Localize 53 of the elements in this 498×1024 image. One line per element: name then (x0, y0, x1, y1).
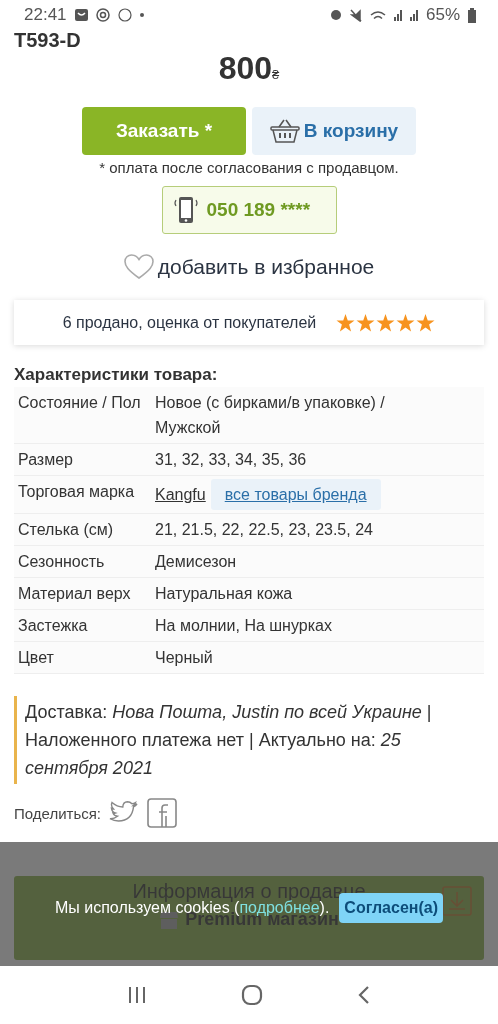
phone-button[interactable]: 050 189 **** (161, 186, 337, 234)
signal-icon (409, 9, 418, 21)
spec-value: 21, 21.5, 22, 22.5, 23, 23.5, 24 (155, 520, 373, 540)
specs-title: Характеристики товара: (14, 365, 219, 385)
spec-value: На молнии, На шнурках (155, 616, 332, 636)
spec-value: Черный (155, 648, 213, 668)
cart-button[interactable]: В корзину (252, 107, 416, 155)
message-icon (74, 9, 88, 21)
star-icon (416, 313, 436, 332)
circle-badge-icon (117, 8, 132, 22)
star-icon (356, 313, 376, 332)
payment-note: * оплата после согласования с продавцом. (98, 159, 400, 176)
spec-label: Торговая марка (17, 482, 136, 502)
mute-icon (349, 8, 362, 22)
star-icon (336, 313, 356, 332)
phone-icon (172, 196, 199, 224)
spec-label: Стелька (см) (17, 520, 115, 540)
brand-link[interactable]: Kangfu (155, 482, 206, 507)
star-icon (396, 313, 416, 332)
wifi-icon (369, 10, 386, 20)
spec-value: 31, 32, 33, 34, 35, 36 (155, 450, 307, 470)
dot-icon (139, 13, 144, 17)
battery-icon (468, 7, 476, 23)
recent-apps-icon[interactable] (127, 986, 147, 1004)
twitter-icon[interactable] (109, 801, 139, 825)
order-button[interactable]: Заказать * (82, 107, 246, 155)
back-icon[interactable] (357, 985, 371, 1005)
spec-value: Новое (с бирками/в упаковке) / Мужской (155, 393, 386, 438)
spec-label: Состояние / Пол (17, 393, 142, 413)
basket-icon (269, 118, 300, 144)
product-code: T593-D (14, 30, 82, 50)
spec-label: Застежка (17, 616, 89, 636)
spec-value: Демисезон (155, 552, 237, 572)
sales-rating-text: 6 продано, оценка от покупателей (62, 313, 317, 332)
delivery-info: Доставка: Нова Пошта, Justin по всей Украине | Наложенного платежа нет | Актуально на: 25 сентября 2021 (14, 696, 484, 784)
price: 800 (218, 50, 273, 87)
status-time: 22:41 (24, 5, 67, 25)
brand-products-link[interactable]: все товары бренда (210, 479, 381, 510)
spec-label: Цвет (17, 648, 55, 668)
home-icon[interactable] (241, 984, 263, 1006)
at-sign-icon (95, 8, 110, 22)
facebook-icon[interactable] (147, 798, 177, 828)
spec-label: Сезонность (17, 552, 106, 572)
battery-percent: 65% (425, 5, 460, 25)
spec-label: Материал верх (17, 584, 132, 604)
spec-value: Натуральная кожа (155, 584, 293, 604)
add-to-favorites-link[interactable]: добавить в избранное (157, 255, 375, 279)
signal-icon (393, 9, 402, 21)
star-icon (376, 313, 396, 332)
currency-sign: ₴ (272, 67, 280, 82)
share-label: Поделиться: (14, 804, 101, 822)
agree-button[interactable]: Согласен(а) (339, 893, 443, 923)
spec-label: Размер (17, 450, 74, 470)
